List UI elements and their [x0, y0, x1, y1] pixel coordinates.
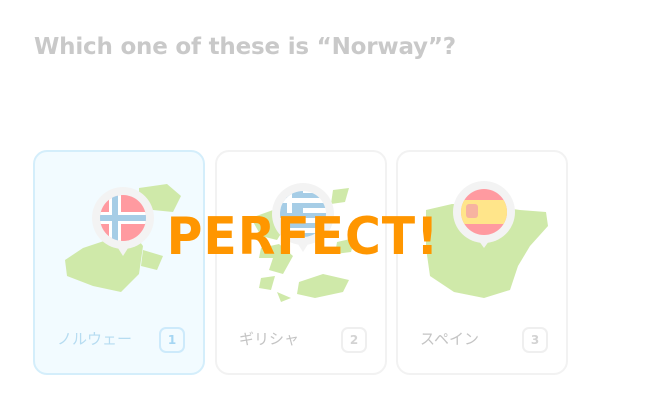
question-title: Which one of these is “Norway”? — [34, 34, 456, 60]
choice-key-2: 2 — [341, 327, 367, 353]
choice-label-spain: スペイン — [420, 330, 479, 348]
choice-key-3: 3 — [522, 327, 548, 353]
choice-key-1: 1 — [159, 327, 185, 353]
choice-label-greece: ギリシャ — [239, 330, 300, 348]
choice-label-norway: ノルウェー — [57, 330, 133, 348]
feedback-banner: PERFECT! — [166, 207, 440, 267]
